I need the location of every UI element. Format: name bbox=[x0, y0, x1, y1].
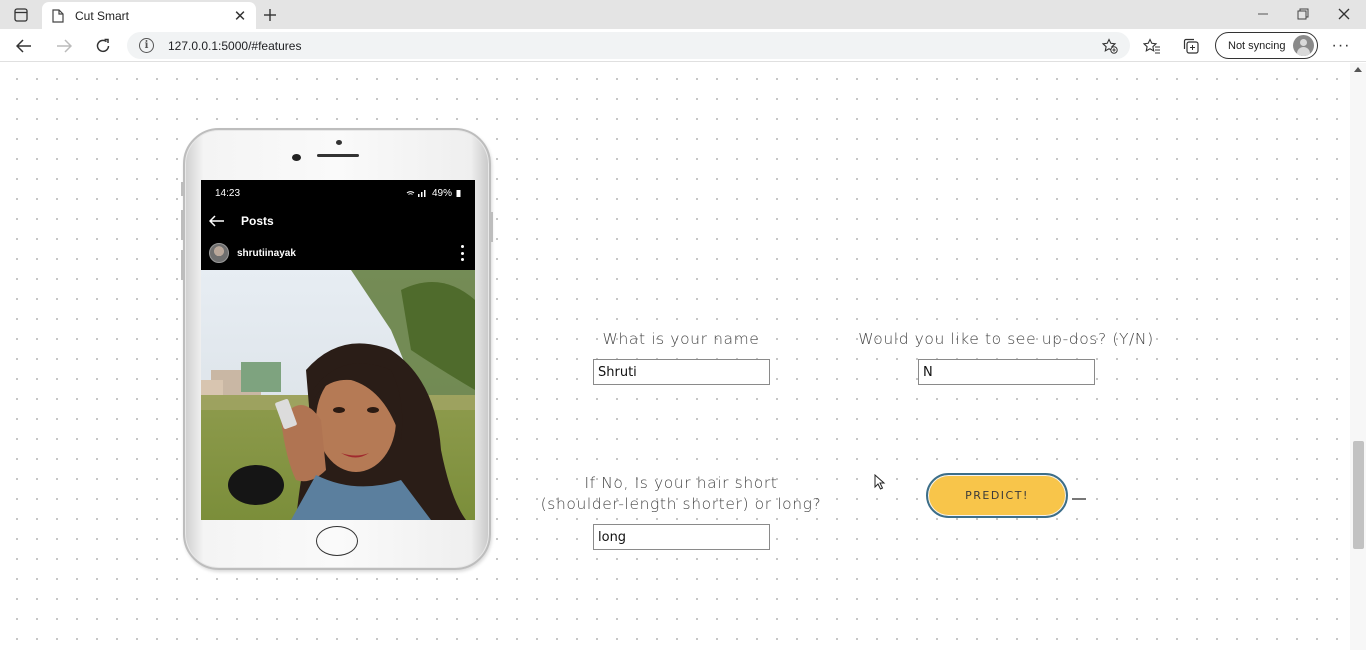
name-label: What is your name bbox=[602, 330, 760, 348]
phone-mockup: 14:23 49% Posts shrutiinayak bbox=[181, 128, 493, 570]
page-icon bbox=[52, 8, 66, 23]
back-arrow-icon[interactable] bbox=[13, 35, 35, 57]
new-tab-icon[interactable] bbox=[259, 4, 281, 26]
mouse-cursor-icon bbox=[874, 474, 886, 490]
signal-icon bbox=[406, 190, 426, 197]
phone-username: shrutiinayak bbox=[237, 247, 296, 259]
close-tab-icon[interactable]: ✕ bbox=[230, 6, 250, 26]
phone-post-user-row: shrutiinayak bbox=[201, 236, 475, 270]
phone-user-avatar bbox=[209, 243, 229, 263]
url-text: 127.0.0.1:5000/#features bbox=[168, 39, 302, 53]
updos-label: Would you like to see up-dos? (Y/N) bbox=[858, 330, 1154, 348]
name-input[interactable] bbox=[593, 359, 770, 385]
phone-more-icon bbox=[459, 245, 465, 261]
phone-home-button bbox=[316, 526, 358, 556]
profile-button[interactable]: Not syncing bbox=[1215, 32, 1318, 59]
add-favorite-icon[interactable] bbox=[1100, 36, 1120, 56]
phone-screen: 14:23 49% Posts shrutiinayak bbox=[201, 180, 475, 520]
profile-label: Not syncing bbox=[1228, 39, 1286, 52]
tab-actions-icon[interactable] bbox=[8, 5, 34, 25]
scroll-up-arrow-icon[interactable] bbox=[1354, 67, 1362, 72]
collections-icon[interactable] bbox=[1180, 35, 1202, 57]
phone-app-header: Posts bbox=[201, 206, 475, 236]
battery-level: 49% bbox=[431, 187, 452, 199]
phone-power-button bbox=[490, 212, 493, 242]
phone-header-title: Posts bbox=[241, 214, 274, 228]
phone-status-bar: 14:23 49% bbox=[201, 180, 475, 206]
phone-camera bbox=[292, 154, 301, 161]
phone-volume-down bbox=[181, 250, 184, 280]
updos-input[interactable] bbox=[918, 359, 1095, 385]
address-bar[interactable]: i 127.0.0.1:5000/#features bbox=[127, 32, 1130, 59]
phone-volume-up bbox=[181, 210, 184, 240]
scrollbar-thumb[interactable] bbox=[1353, 441, 1364, 549]
browser-toolbar: i 127.0.0.1:5000/#features Not syncing ·… bbox=[0, 29, 1366, 62]
site-info-icon[interactable]: i bbox=[139, 38, 154, 53]
phone-back-arrow-icon bbox=[209, 212, 227, 230]
predict-button[interactable]: PREDICT! bbox=[926, 473, 1068, 518]
selfie-photo bbox=[201, 270, 475, 520]
hair-length-label: If No, Is your hair short (shoulder-leng… bbox=[540, 474, 822, 513]
browser-tab-bar: Cut Smart ✕ bbox=[0, 0, 1366, 29]
favorites-icon[interactable] bbox=[1141, 35, 1163, 57]
phone-speaker bbox=[317, 154, 359, 157]
forward-arrow-icon[interactable] bbox=[53, 35, 75, 57]
phone-side-button bbox=[181, 182, 184, 196]
avatar bbox=[1293, 35, 1314, 56]
close-window-icon[interactable] bbox=[1332, 4, 1356, 24]
minimize-icon[interactable] bbox=[1251, 4, 1275, 24]
hair-length-input[interactable] bbox=[593, 524, 770, 550]
page-content: 14:23 49% Posts shrutiinayak What is you… bbox=[0, 63, 1350, 650]
browser-tab-active[interactable]: Cut Smart ✕ bbox=[42, 2, 256, 29]
phone-sensor bbox=[336, 140, 342, 145]
tab-title: Cut Smart bbox=[75, 8, 130, 23]
button-decoration bbox=[1072, 498, 1086, 500]
battery-icon bbox=[456, 190, 461, 197]
restore-icon[interactable] bbox=[1291, 4, 1315, 24]
more-options-icon[interactable]: ··· bbox=[1330, 35, 1352, 57]
phone-time: 14:23 bbox=[215, 187, 241, 199]
page-scrollbar[interactable] bbox=[1350, 63, 1366, 650]
refresh-icon[interactable] bbox=[92, 35, 114, 57]
